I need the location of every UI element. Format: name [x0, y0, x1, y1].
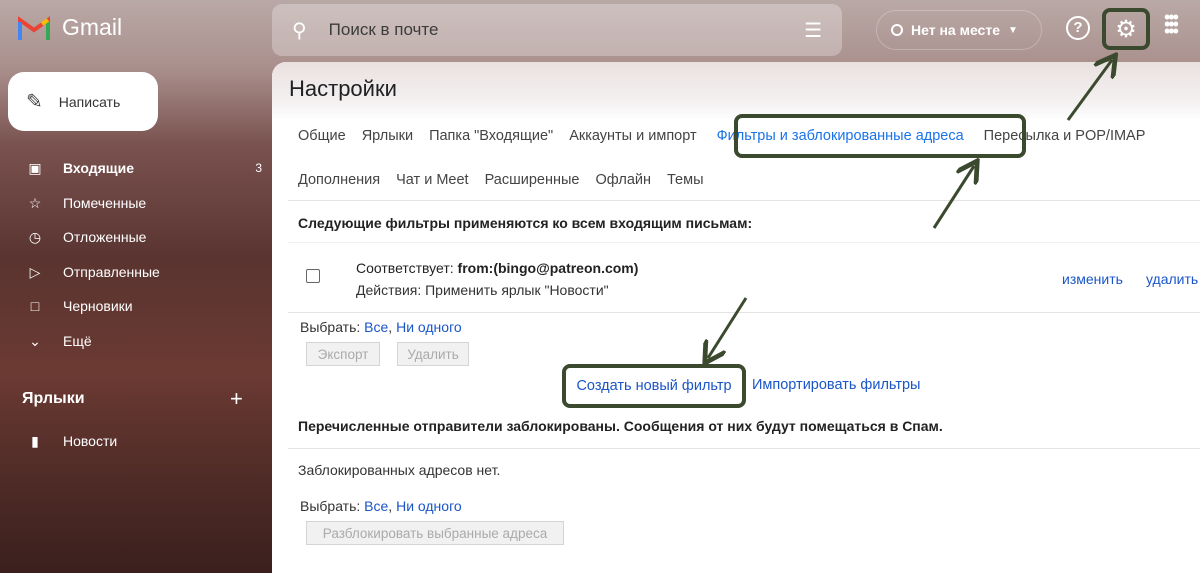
arrow-to-settings: [1066, 60, 1112, 121]
arrow-to-filters-tab: [932, 166, 974, 229]
arrow-to-create-filter: [708, 297, 748, 358]
annotation-arrows: [0, 0, 1200, 573]
